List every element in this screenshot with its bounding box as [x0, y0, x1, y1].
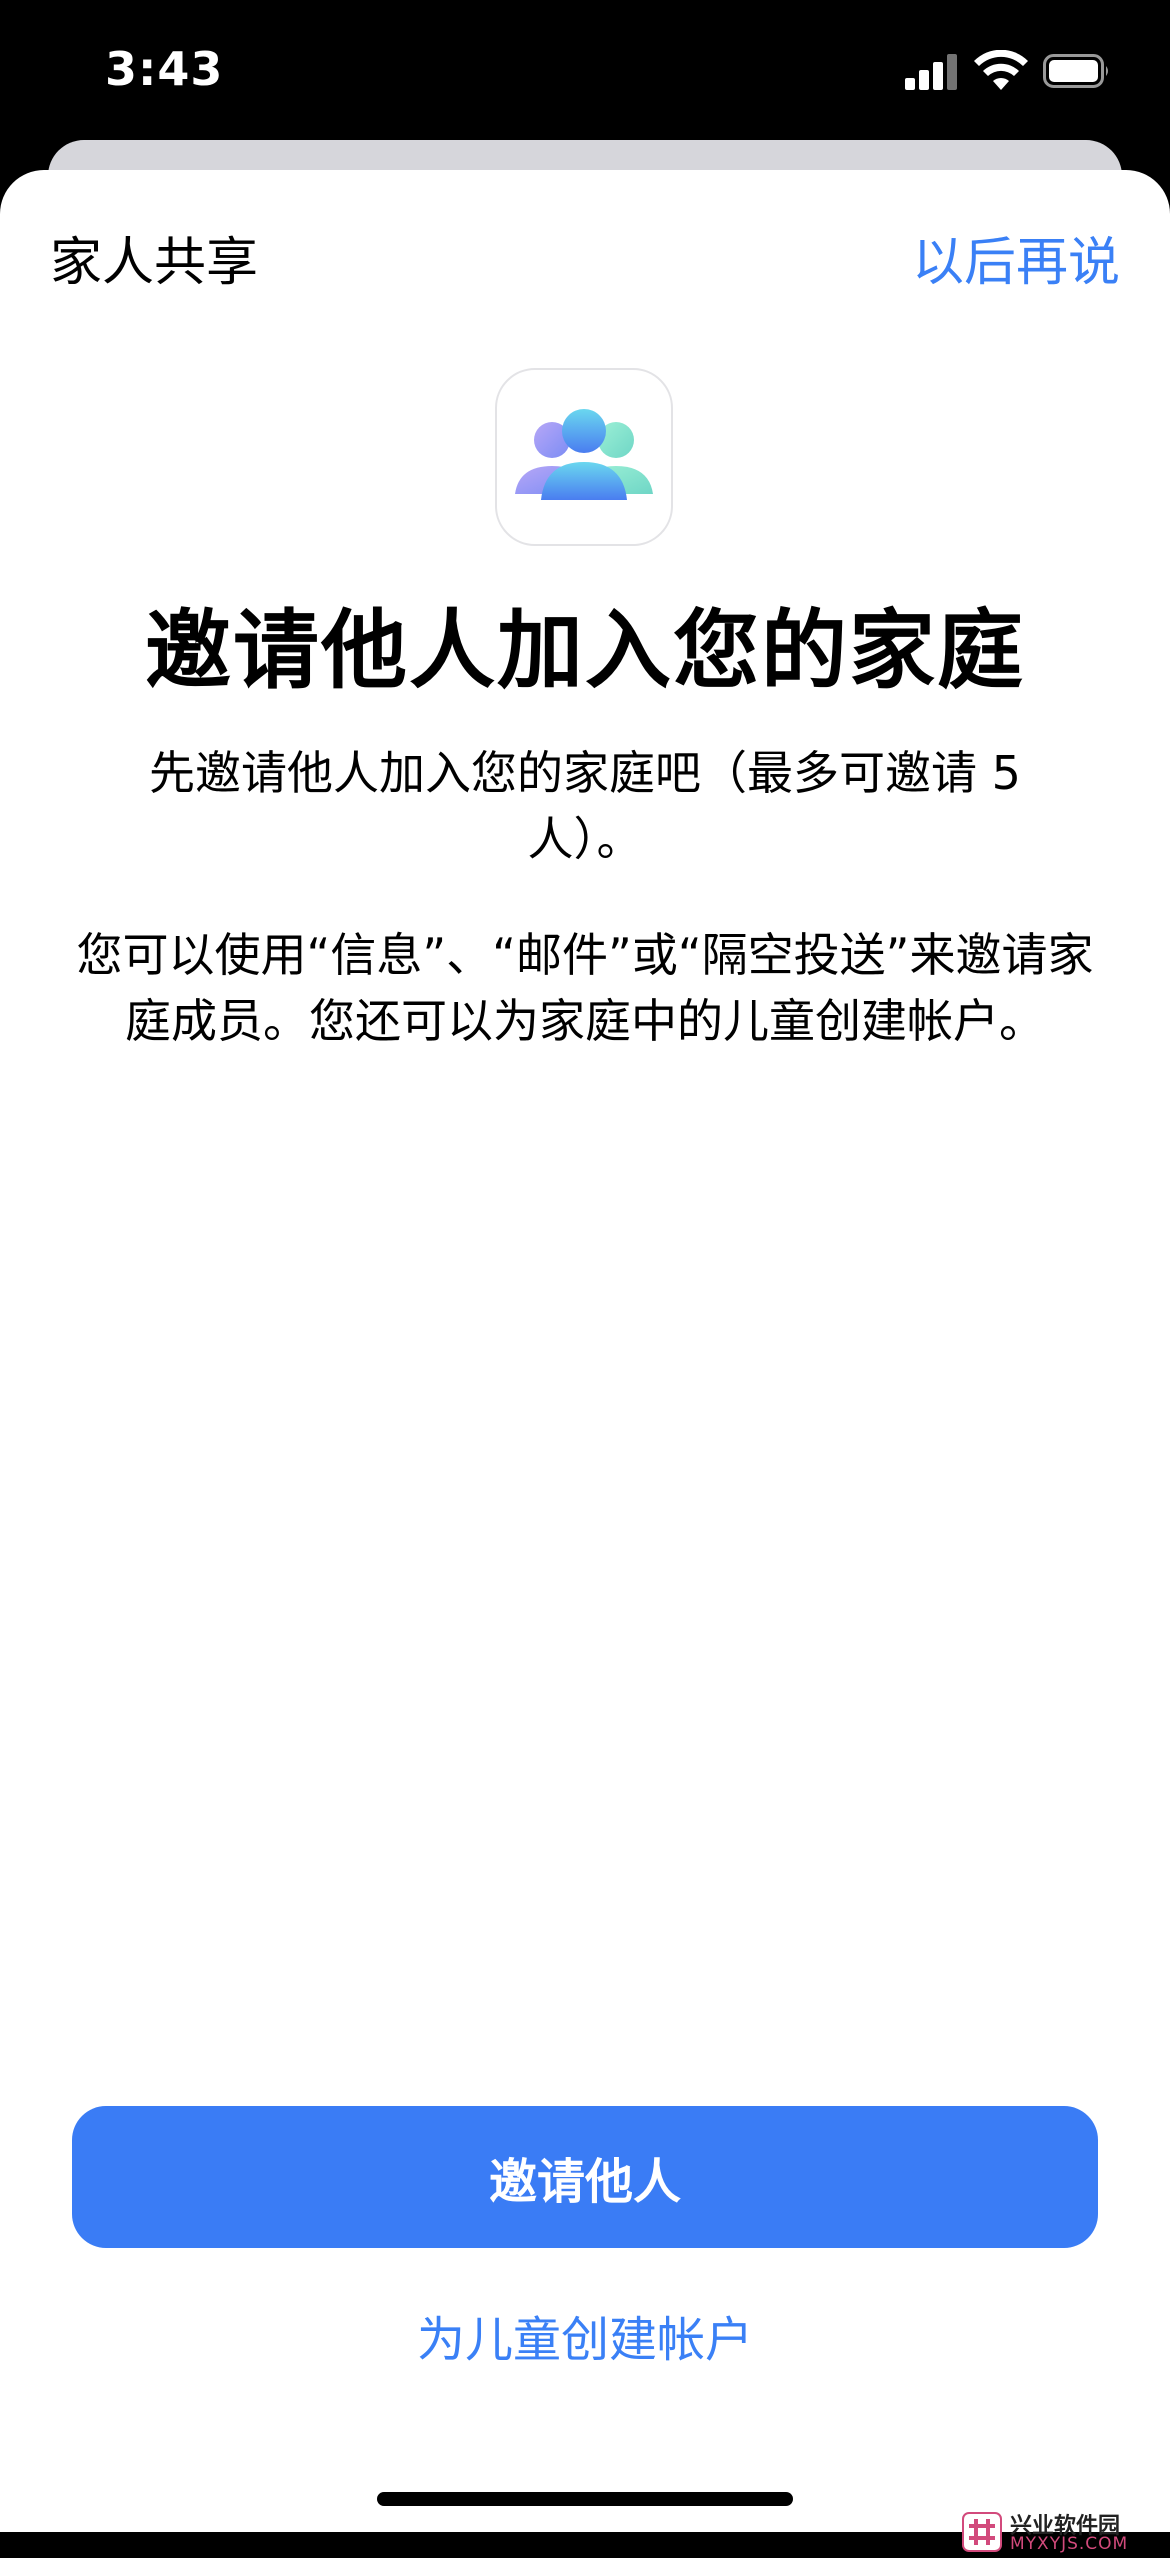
invite-limit-text: 先邀请他人加入您的家庭吧（最多可邀请 5 人）。 [149, 746, 1021, 866]
battery-icon [1043, 54, 1108, 88]
watermark-logo-icon [962, 2512, 1002, 2552]
status-bar: 3:43 [0, 0, 1170, 150]
status-time: 3:43 [105, 42, 224, 96]
nav-title: 家人共享 [50, 233, 259, 293]
family-sharing-icon [495, 368, 673, 546]
wifi-icon [974, 50, 1028, 90]
family-sharing-sheet: 家人共享 以后再说 邀请他人加入您的家庭 先邀请他人加入您的家庭吧（最多可邀请 … [0, 170, 1170, 2554]
invite-description: 您可以使用“信息”、“邮件”或“隔空投送”来邀请家庭成员。您还可以为家庭中的儿童… [76, 928, 1094, 1048]
signal-icon [905, 52, 959, 90]
page-headline: 邀请他人加入您的家庭 [145, 601, 1025, 701]
home-indicator[interactable] [377, 2492, 793, 2506]
later-button[interactable]: 以后再说 [912, 220, 1120, 295]
watermark: 兴业软件园 MYXYJS.COM [962, 2508, 1162, 2558]
watermark-url: MYXYJS.COM [1010, 2534, 1129, 2554]
invite-others-button[interactable]: 邀请他人 [72, 2106, 1098, 2248]
create-child-account-link[interactable]: 为儿童创建帐户 [0, 2300, 1170, 2370]
